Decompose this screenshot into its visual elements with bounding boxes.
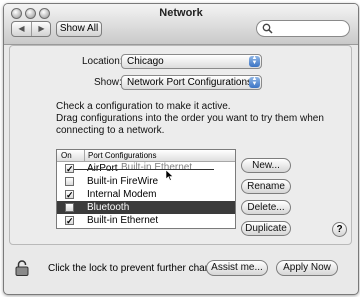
apply-now-button[interactable]: Apply Now <box>276 260 338 276</box>
table-row-selected[interactable]: Bluetooth <box>57 201 235 214</box>
location-value: Chicago <box>127 56 164 67</box>
show-value: Network Port Configurations <box>127 77 253 88</box>
assist-me-button[interactable]: Assist me... <box>206 260 268 276</box>
lock-message: Click the lock to prevent further change… <box>48 263 230 274</box>
row-checkbox[interactable] <box>65 203 74 212</box>
row-name: Bluetooth <box>87 202 130 213</box>
help-button[interactable]: ? <box>332 222 347 237</box>
popup-arrows-icon: ▲ ▼ <box>249 76 260 88</box>
column-header-port-configurations[interactable]: Port Configurations <box>84 150 156 161</box>
show-popup[interactable]: Network Port Configurations ▲ ▼ <box>121 75 262 90</box>
search-field[interactable] <box>256 20 350 37</box>
show-all-button[interactable]: Show All <box>56 21 102 37</box>
row-name: Built-in Ethernet <box>87 215 159 226</box>
drop-indicator <box>74 169 214 170</box>
instruction-line-1: Check a configuration to make it active. <box>56 101 231 112</box>
location-popup[interactable]: Chicago ▲ ▼ <box>121 54 262 69</box>
duplicate-button[interactable]: Duplicate <box>241 221 291 236</box>
instruction-line-3: connecting to a network. <box>56 125 165 136</box>
window-title: Network <box>159 7 203 19</box>
location-label: Location: <box>82 56 123 67</box>
new-button[interactable]: New... <box>241 158 291 173</box>
delete-button[interactable]: Delete... <box>241 200 291 215</box>
column-header-on[interactable]: On <box>61 150 72 161</box>
back-icon[interactable]: ◀ <box>12 22 32 36</box>
row-checkbox[interactable] <box>65 177 74 186</box>
table-row[interactable]: ✓ Internal Modem <box>57 188 235 201</box>
lock-icon[interactable] <box>15 260 29 276</box>
drag-ghost-label: Built-in Ethernet <box>121 162 193 173</box>
forward-icon[interactable]: ▶ <box>32 22 51 36</box>
network-window: Network ◀ ▶ Show All Location: Chicago ▲… <box>3 3 359 295</box>
row-name: Built-in FireWire <box>87 176 159 187</box>
search-icon <box>262 23 273 34</box>
table-header: On Port Configurations <box>57 150 235 162</box>
table-row[interactable]: Built-in FireWire <box>57 175 235 188</box>
popup-arrows-icon: ▲ ▼ <box>249 55 260 67</box>
back-forward-control: ◀ ▶ <box>11 21 51 37</box>
row-checkbox[interactable]: ✓ <box>65 216 74 226</box>
pointer-cursor-icon <box>166 170 174 181</box>
table-row[interactable]: ✓ Built-in Ethernet <box>57 214 235 227</box>
row-checkbox[interactable]: ✓ <box>65 164 74 174</box>
show-label: Show: <box>94 77 122 88</box>
rename-button[interactable]: Rename <box>241 179 291 194</box>
instruction-line-2: Drag configurations into the order you w… <box>56 113 324 124</box>
title-bar: Network ◀ ▶ Show All <box>4 4 358 45</box>
port-configurations-table: On Port Configurations ✓ AirPort Built-i… <box>56 149 236 229</box>
row-name: Internal Modem <box>87 189 157 200</box>
row-checkbox[interactable]: ✓ <box>65 190 74 200</box>
